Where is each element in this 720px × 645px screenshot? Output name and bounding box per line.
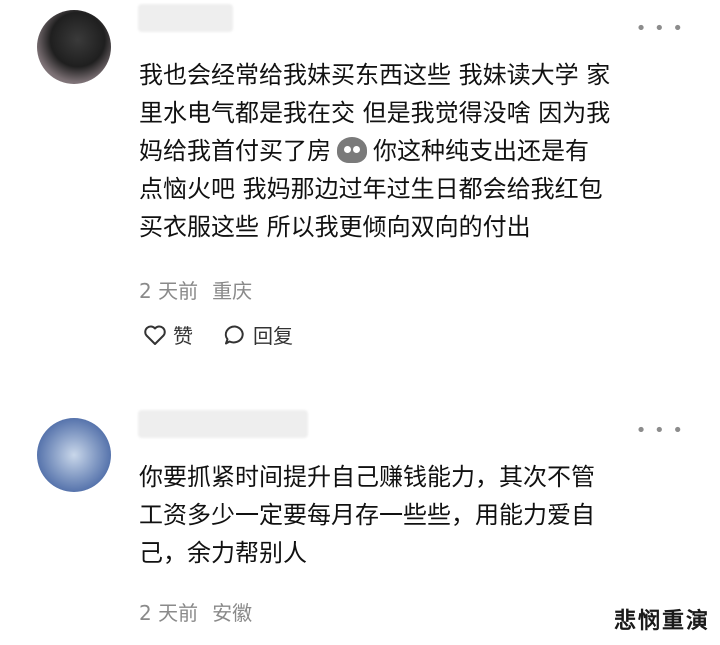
comment-text-line: 妈给我首付买了房 你这种纯支出还是有 [139, 132, 695, 170]
username-blurred[interactable] [138, 410, 308, 438]
comment-meta: 2 天前 重庆 [139, 275, 252, 304]
avatar[interactable] [37, 10, 111, 84]
comment-text-line: 己，余力帮别人 [139, 539, 307, 567]
comment-text-line: 我也会经常给我妹买东西这些 我妹读大学 家 [139, 61, 611, 89]
more-dots-icon[interactable]: • • • [636, 20, 684, 38]
comment-time: 2 天前 [139, 279, 199, 303]
username-blurred[interactable] [138, 4, 233, 32]
comment-text-line: 里水电气都是我在交 但是我觉得没啥 因为我 [139, 99, 611, 127]
comment-text-line: 工资多少一定要每月存一些些，用能力爱自 [139, 501, 595, 529]
more-dots-icon[interactable]: • • • [636, 422, 684, 440]
comment-time: 2 天前 [139, 601, 199, 625]
comment-meta: 2 天前 安徽 [139, 597, 252, 626]
like-label: 赞 [173, 324, 193, 348]
comment-text-segment: 你这种纯支出还是有 [373, 137, 589, 165]
reply-button[interactable]: 回复 [223, 320, 293, 349]
comment-text-line: 点恼火吧 我妈那边过年过生日都会给我红包 [139, 175, 603, 203]
comment-location: 安徽 [212, 601, 253, 625]
comment-text-segment: 妈给我首付买了房 [139, 137, 331, 165]
comment-item: • • • 你要抓紧时间提升自己赚钱能力，其次不管 工资多少一定要每月存一些些，用… [0, 400, 720, 645]
like-button[interactable]: 赞 [143, 320, 193, 349]
comment-text-line: 买衣服这些 所以我更倾向双向的付出 [139, 213, 531, 241]
watermark: 悲悯重演 [613, 609, 710, 634]
comment-text: 我也会经常给我妹买东西这些 我妹读大学 家里水电气都是我在交 但是我觉得没啥 因… [139, 56, 695, 246]
comment-location: 重庆 [212, 279, 253, 303]
comment-text: 你要抓紧时间提升自己赚钱能力，其次不管 工资多少一定要每月存一些些，用能力爱自 己，… [139, 458, 695, 572]
comment-actions: 赞 回复 [143, 320, 323, 349]
ghost-emoji-icon [337, 137, 367, 163]
comment-bubble-icon [224, 324, 244, 344]
reply-label: 回复 [253, 324, 293, 348]
comment-text-line: 你要抓紧时间提升自己赚钱能力，其次不管 [139, 463, 595, 491]
comment-item: • • • 我也会经常给我妹买东西这些 我妹读大学 家里水电气都是我在交 但是我… [0, 0, 720, 385]
avatar[interactable] [37, 418, 111, 492]
heart-icon [144, 325, 166, 345]
